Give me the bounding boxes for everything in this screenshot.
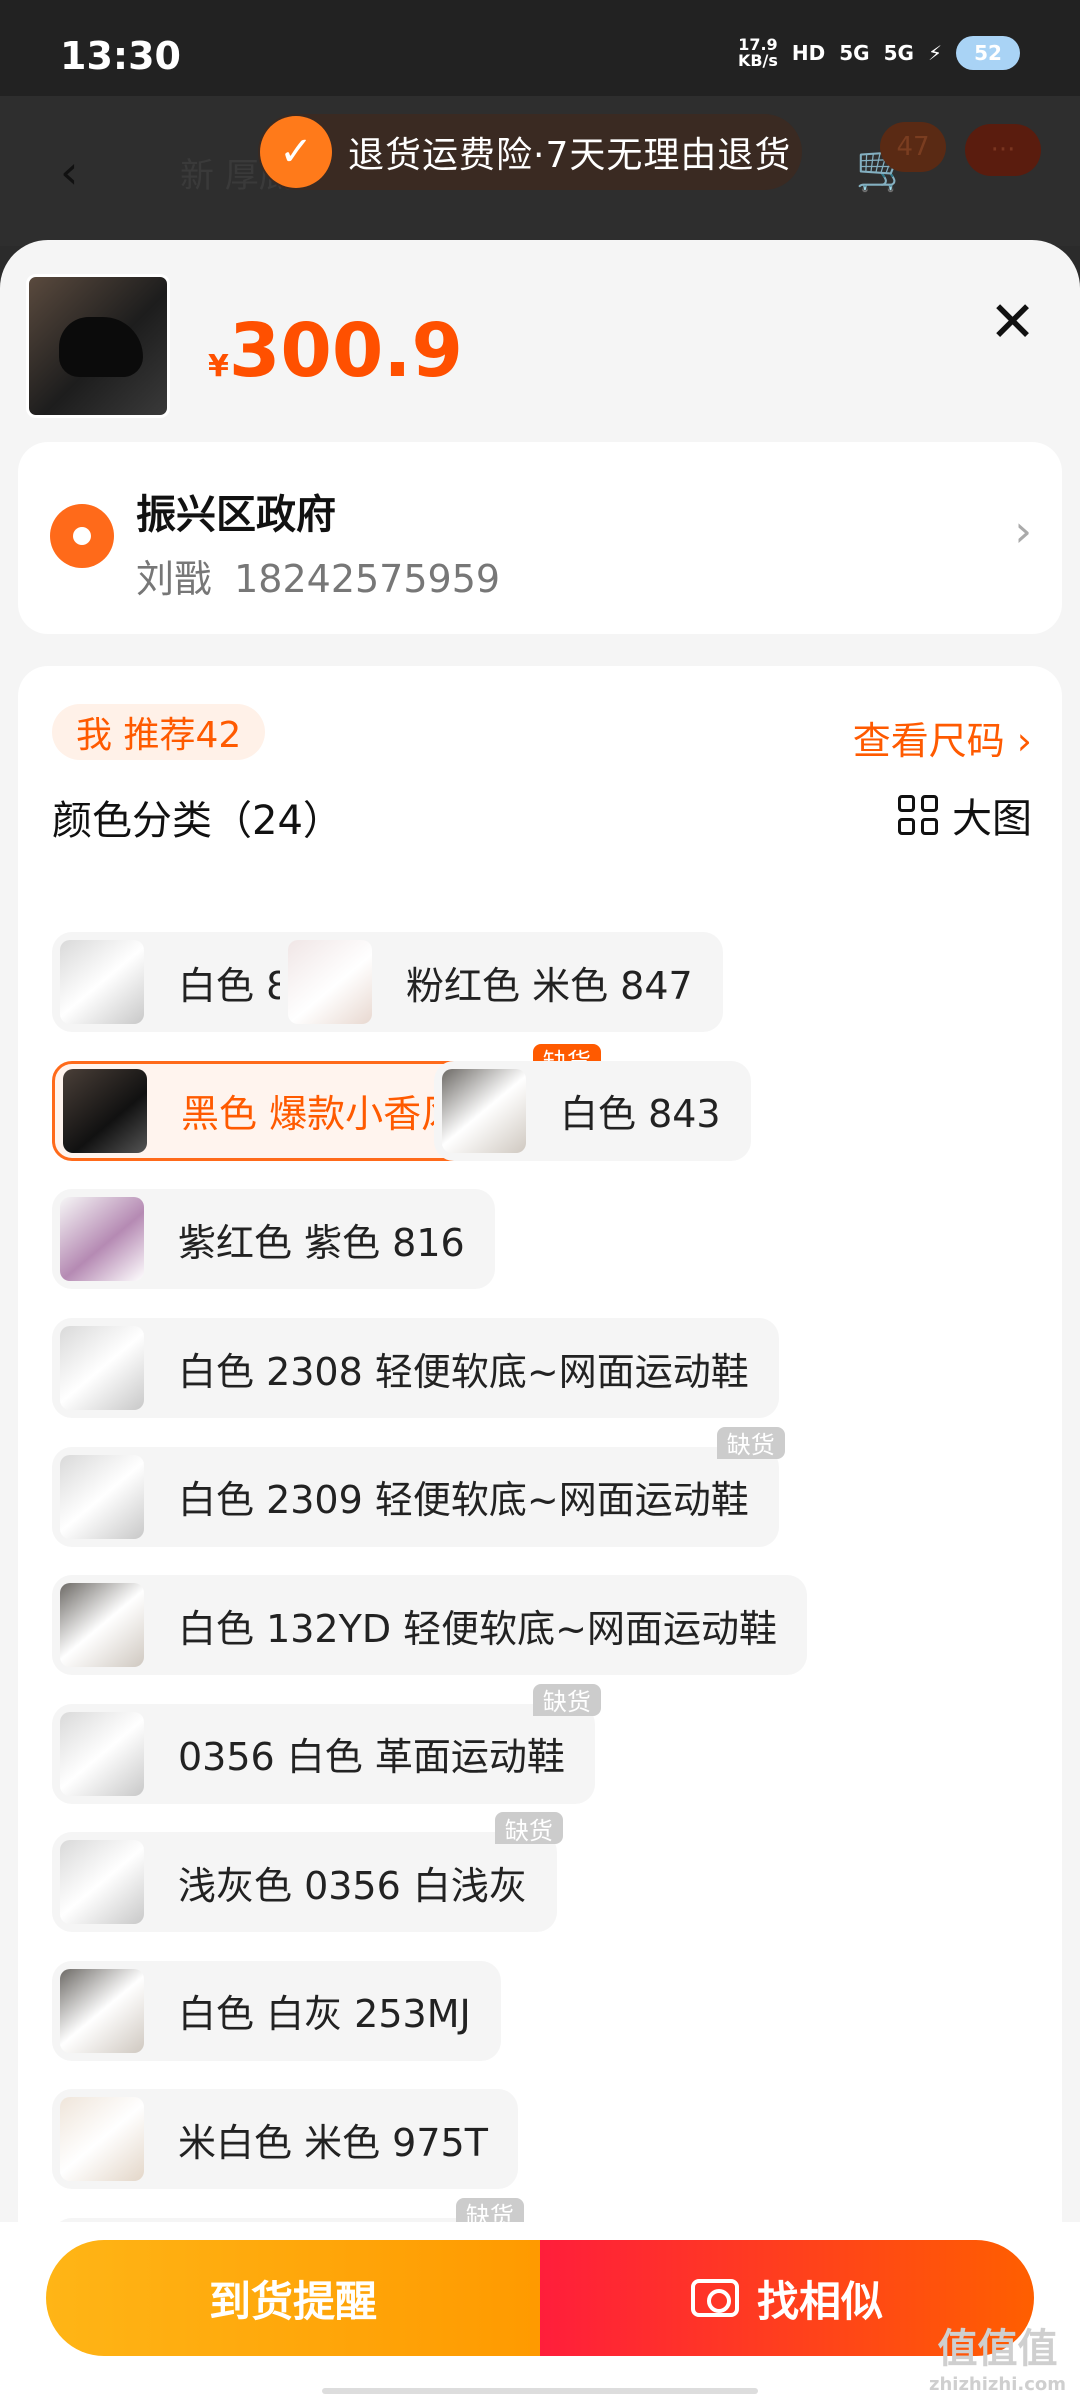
back-icon[interactable]: ‹ — [60, 145, 78, 199]
big-view-label: 大图 — [952, 796, 1032, 842]
bottom-action-bar: 到货提醒 找相似 — [0, 2222, 1080, 2400]
address-contact: 刘戬 18242575959 — [136, 548, 500, 603]
charging-icon: ⚡ — [927, 41, 942, 65]
cart-badge: 47 — [880, 122, 946, 172]
color-option-chip[interactable]: 白色 843 — [434, 1060, 751, 1161]
color-category-title: 颜色分类（24） — [52, 798, 343, 844]
color-option-chip[interactable]: 白色 白灰 253MJ — [52, 1960, 501, 2061]
color-option-chip[interactable]: 紫红色 紫色 816 — [52, 1189, 495, 1290]
option-label: 白色 2308 轻便软底~网面运动鞋 — [178, 1349, 749, 1394]
sku-sheet: ¥300.9 ✕ 振兴区政府 刘戬 18242575959 › 我 推荐42 查… — [0, 240, 1080, 2400]
option-label: 浅灰色 0356 白浅灰 — [178, 1863, 527, 1908]
product-thumbnail[interactable] — [26, 274, 170, 418]
option-thumbnail — [60, 1840, 144, 1925]
color-option-chip[interactable]: 0356 白色 革面运动鞋 缺货 — [52, 1683, 601, 1804]
color-option-chip[interactable]: 米白色 米色 975T — [52, 2089, 518, 2190]
option-label: 0356 白色 革面运动鞋 — [178, 1735, 565, 1780]
option-label: 白色 白灰 253MJ — [178, 1992, 471, 2037]
option-label: 白色 132YD 轻便软底~网面运动鞋 — [178, 1606, 778, 1651]
price: ¥300.9 — [208, 308, 463, 394]
option-thumbnail — [288, 940, 372, 1025]
hd-icon: HD — [791, 41, 826, 65]
option-thumbnail — [60, 1968, 144, 2053]
option-thumbnail — [442, 1068, 526, 1153]
option-label: 粉红色 米色 847 — [406, 963, 693, 1008]
option-thumbnail — [60, 1326, 144, 1410]
size-chart-link[interactable]: 查看尺码 › — [853, 710, 1032, 765]
camera-icon — [690, 2279, 739, 2317]
option-thumbnail — [60, 940, 144, 1025]
option-thumbnail — [60, 1197, 144, 1282]
out-of-stock-badge: 缺货 — [716, 1426, 785, 1459]
sku-card: 我 推荐42 查看尺码 › 颜色分类（24） 大图 白色 847 粉红色 米色 8… — [18, 666, 1062, 2400]
color-option-chip[interactable]: 白色 132YD 轻便软底~网面运动鞋 — [52, 1575, 808, 1676]
option-label: 米白色 米色 975T — [178, 2120, 488, 2165]
big-view-toggle[interactable]: 大图 — [898, 786, 1032, 844]
option-thumbnail — [60, 1711, 144, 1796]
location-pin-icon — [50, 504, 114, 568]
network-speed: 17.9 KB/s — [737, 35, 778, 70]
home-indicator — [322, 2388, 758, 2394]
contact-phone: 18242575959 — [234, 557, 501, 601]
watermark: 值值值 zhizhizhi.com — [928, 2326, 1066, 2395]
address-card[interactable]: 振兴区政府 刘戬 18242575959 › — [18, 442, 1062, 634]
color-option-chip[interactable]: 浅灰色 0356 白浅灰 缺货 — [52, 1812, 563, 1933]
promo-text: 退货运费险·7天无理由退货 — [348, 135, 792, 176]
out-of-stock-badge: 缺货 — [494, 1812, 563, 1845]
grid-icon — [898, 795, 938, 835]
option-thumbnail — [60, 1454, 144, 1539]
address-title: 振兴区政府 — [136, 492, 336, 538]
option-thumbnail — [60, 1583, 144, 1668]
find-similar-label: 找相似 — [756, 2276, 883, 2326]
signal-icon-1: 5G — [839, 41, 870, 65]
signal-icon-2: 5G — [883, 41, 914, 65]
out-of-stock-badge: 缺货 — [532, 1683, 601, 1716]
color-option-chip[interactable]: 粉红色 米色 847 — [280, 932, 723, 1033]
price-value: 300.9 — [228, 308, 463, 394]
chevron-right-icon: › — [1014, 506, 1032, 557]
option-thumbnail — [60, 2097, 144, 2182]
status-icons: 17.9 KB/s HD 5G 5G ⚡ 52 — [738, 36, 1020, 70]
notify-button[interactable]: 到货提醒 — [46, 2240, 540, 2356]
shield-check-icon: ✓ — [260, 116, 332, 188]
contact-name: 刘戬 — [136, 557, 213, 601]
status-bar: 13:30 17.9 KB/s HD 5G 5G ⚡ 52 — [0, 0, 1080, 96]
option-label: 白色 2309 轻便软底~网面运动鞋 — [178, 1478, 749, 1523]
status-time: 13:30 — [60, 34, 181, 78]
recommend-tag[interactable]: 我 推荐42 — [52, 704, 266, 760]
more-icon[interactable]: ··· — [965, 124, 1041, 176]
color-option-chip[interactable]: 白色 2309 轻便软底~网面运动鞋 缺货 — [52, 1426, 785, 1547]
option-label: 白色 843 — [560, 1092, 721, 1137]
color-option-chip[interactable]: 白色 2308 轻便软底~网面运动鞋 — [52, 1318, 779, 1418]
currency-symbol: ¥ — [208, 349, 229, 384]
promo-banner: ✓ 退货运费险·7天无理由退货 — [258, 114, 802, 190]
option-thumbnail — [63, 1068, 147, 1153]
battery-icon: 52 — [956, 36, 1020, 70]
option-label: 紫红色 紫色 816 — [178, 1220, 465, 1265]
close-button[interactable]: ✕ — [989, 290, 1036, 355]
